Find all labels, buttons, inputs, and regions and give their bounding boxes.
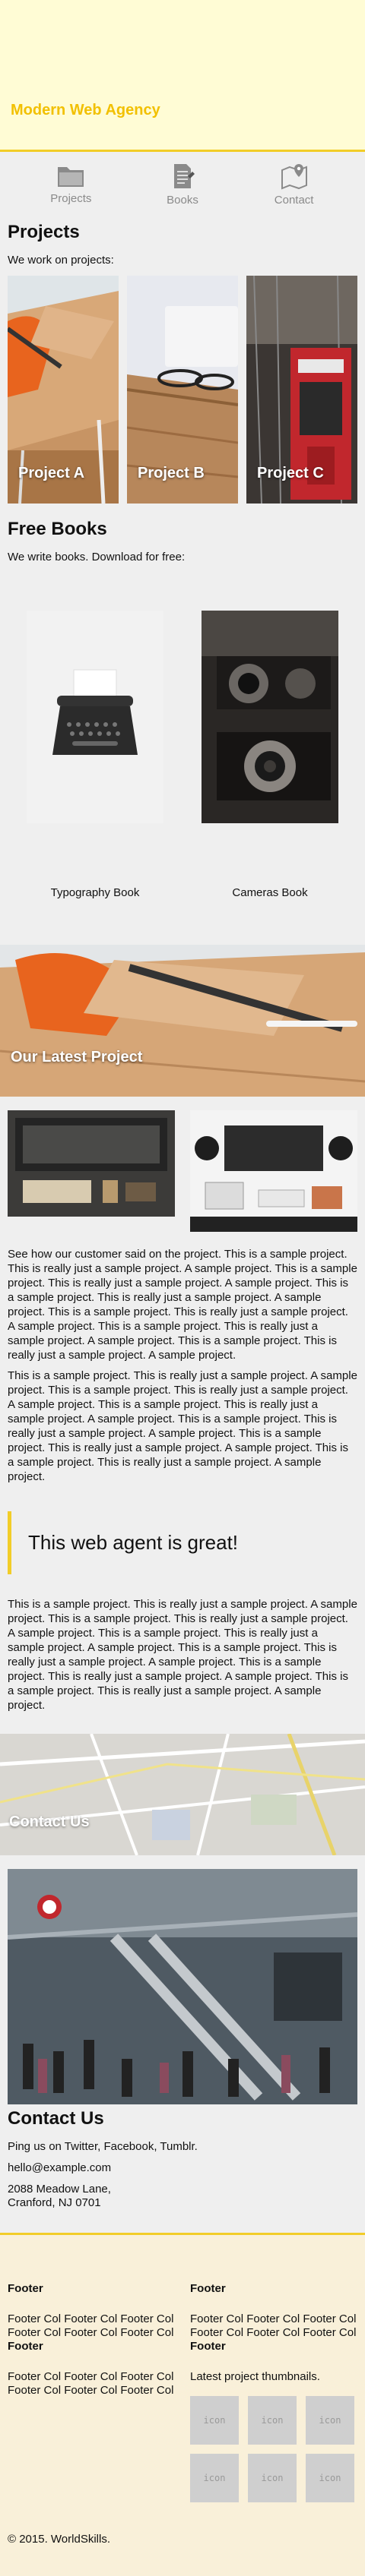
copyright: © 2015. WorldSkills. [8, 2533, 110, 2546]
cameras-photo [202, 611, 338, 823]
contact-section: Contact Us Ping us on Twitter, Facebook,… [0, 2108, 365, 2210]
footer-text-2: Footer Col Footer Col Footer Col Footer … [8, 2370, 174, 2397]
nav-label: Books [167, 194, 198, 207]
projects-section: Projects We work on projects: Project A [0, 222, 365, 504]
latest-project-banner: Our Latest Project [0, 945, 365, 1097]
latest-paragraph-1: See how our customer said on the project… [8, 1248, 357, 1362]
latest-paragraph-2: This is a sample project. This is really… [8, 1369, 357, 1483]
thumbnail[interactable]: icon [190, 2454, 239, 2502]
footer-heading-2: Footer [8, 2340, 43, 2353]
latest-project-images [0, 1097, 365, 1232]
thumbnail[interactable]: icon [248, 2396, 297, 2445]
page-footer: Footer Footer Col Footer Col Footer Col … [0, 2233, 365, 2576]
footer-heading: Footer [8, 2282, 43, 2295]
contact-email[interactable]: hello@example.com [8, 2161, 357, 2175]
contact-map[interactable]: Contact Us [0, 1734, 365, 1855]
map-image [0, 1734, 365, 1855]
address-line-1: 2088 Meadow Lane, [8, 2183, 111, 2196]
footer-thumbs-label: Latest project thumbnails. [190, 2370, 320, 2383]
thumbnail[interactable]: icon [306, 2454, 354, 2502]
nav-item-contact[interactable]: Contact [260, 163, 328, 207]
footer-heading-2: Footer [190, 2340, 226, 2353]
project-card-a[interactable]: Project A [8, 276, 119, 504]
footer-text: Footer Col Footer Col Footer Col Footer … [190, 2312, 357, 2339]
footer-text: Footer Col Footer Col Footer Col Footer … [8, 2312, 174, 2339]
book-title: Typography Book [50, 886, 140, 899]
nav-label: Projects [50, 192, 92, 205]
book-title: Cameras Book [232, 886, 308, 899]
project-caption: Project B [138, 465, 205, 481]
books-heading: Free Books [8, 519, 107, 539]
project-caption: Project C [257, 465, 324, 481]
workspace-photo [8, 1110, 175, 1217]
folder-icon [58, 167, 84, 187]
brand-title[interactable]: Modern Web Agency [11, 102, 160, 119]
footer-thumbnails: icon icon icon icon icon icon [190, 2396, 357, 2502]
books-section: Free Books We write books. Download for … [0, 519, 365, 564]
nav-label: Contact [274, 194, 314, 207]
projects-heading: Projects [8, 222, 80, 242]
map-caption: Contact Us [9, 1814, 90, 1830]
thumbnail[interactable]: icon [190, 2396, 239, 2445]
footer-heading: Footer [190, 2282, 226, 2295]
thumbnail[interactable]: icon [248, 2454, 297, 2502]
address-line-2: Cranford, NJ 0701 [8, 2196, 101, 2209]
hero-header: Modern Web Agency [0, 0, 365, 152]
station-photo [7, 1869, 358, 2104]
thumbnail[interactable]: icon [306, 2396, 354, 2445]
projects-grid: Project A Project B Project C [8, 276, 357, 504]
nav-item-projects[interactable]: Projects [36, 163, 105, 207]
desk-banner-photo [0, 945, 365, 1097]
projects-intro: We work on projects: [8, 254, 114, 267]
project-card-c[interactable]: Project C [246, 276, 357, 504]
map-pin-icon [281, 164, 307, 190]
desk-setup-photo [190, 1110, 357, 1232]
books-intro: We write books. Download for free: [8, 551, 186, 564]
project-card-b[interactable]: Project B [127, 276, 238, 504]
main-nav: Projects Books Contact [0, 152, 365, 216]
contact-address: 2088 Meadow Lane, Cranford, NJ 0701 [8, 2183, 357, 2210]
contact-social: Ping us on Twitter, Facebook, Tumblr. [8, 2140, 198, 2153]
project-caption: Project A [18, 465, 85, 481]
document-icon [173, 164, 195, 188]
footer-columns: Footer Footer Col Footer Col Footer Col … [8, 2282, 357, 2502]
book-item-cameras[interactable]: Cameras Book [198, 603, 342, 899]
footer-col-2: Footer Footer Col Footer Col Footer Col … [190, 2282, 357, 2502]
book-item-typography[interactable]: Typography Book [23, 603, 167, 899]
typewriter-photo [27, 611, 163, 823]
banner-caption: Our Latest Project [11, 1049, 143, 1065]
footer-col-1: Footer Footer Col Footer Col Footer Col … [8, 2282, 175, 2502]
latest-paragraph-3: This is a sample project. This is really… [8, 1598, 357, 1712]
books-grid: Typography Book Cameras Book [0, 573, 365, 899]
contact-heading: Contact Us [8, 2108, 104, 2129]
testimonial-quote: This web agent is great! [8, 1511, 357, 1574]
nav-item-books[interactable]: Books [148, 163, 217, 207]
